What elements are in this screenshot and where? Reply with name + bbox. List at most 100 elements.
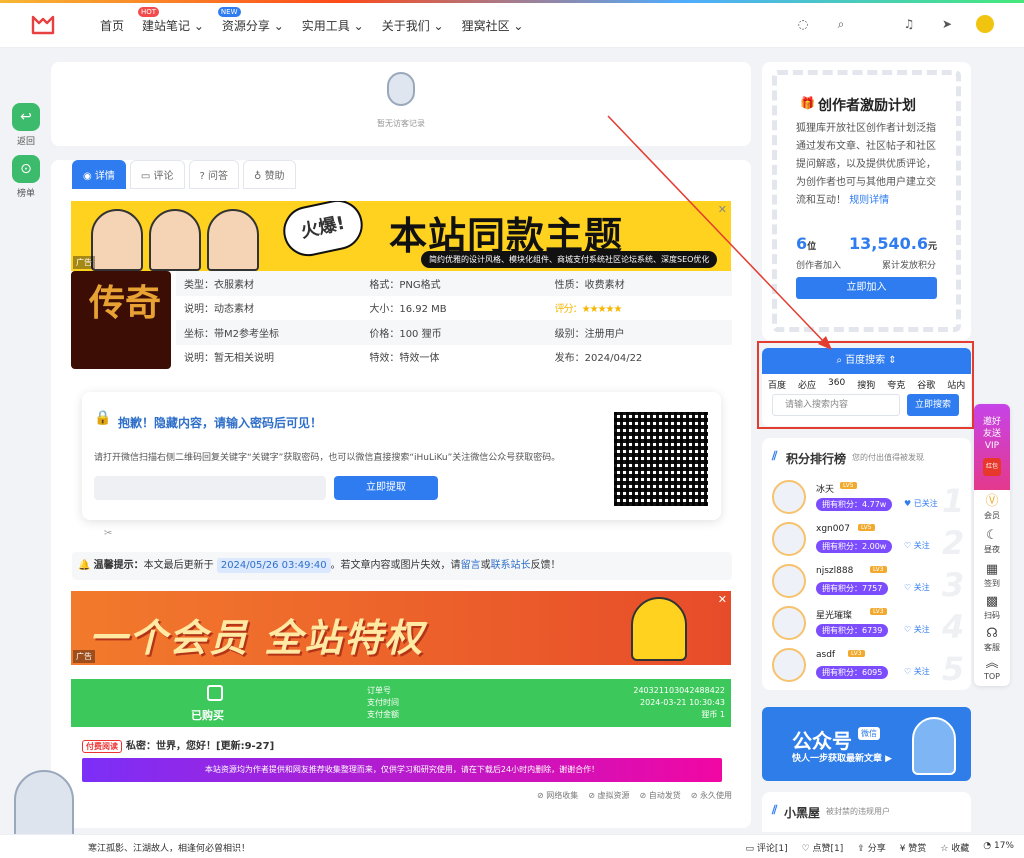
creator-count: 6位 xyxy=(796,234,817,253)
rules-link[interactable]: 规则详情 xyxy=(849,195,889,206)
bell-icon: 🔔 xyxy=(78,560,91,571)
theme-ad-banner[interactable]: 火爆! 本站同款主题 简约优雅的设计风格、模块化组件、商城支付系统社区论坛系统、… xyxy=(71,201,731,271)
top-navbar: 首页 HOT 建站笔记 ⌄ NEW 资源分享 ⌄ 实用工具 ⌄ 关于我们 ⌄ 狸窝社… xyxy=(0,0,1024,48)
tag-item: ⊘ 永久使用 xyxy=(690,791,732,800)
rank-item[interactable]: 冰天 LV5 拥有积分：4.77w ♥ 已关注 1 xyxy=(772,480,964,520)
right-toolbar: 邀好友送VIP 红包 Ⓥ 会员 ☾ 昼夜 ▦ 签到 ▩ 扫码 ☊ 客服 ︽ TOP xyxy=(974,404,1010,686)
rank-item[interactable]: 星光璀璨 LV3 拥有积分：6739 ♡ 关注 4 xyxy=(772,606,964,646)
avatar xyxy=(772,522,806,556)
avatar xyxy=(772,564,806,598)
nav-item-home[interactable]: 首页 xyxy=(100,17,124,34)
nav-item-about[interactable]: 关于我们 ⌄ xyxy=(382,17,444,34)
extract-button[interactable]: 立即提取 xyxy=(334,476,438,500)
bell-icon[interactable]: ♫ xyxy=(900,15,918,33)
wechat-sub: 快人一步获取最新文章 ▶ xyxy=(792,754,893,764)
info-row: 类型：衣服素材 格式：PNG格式 性质：收费素材 xyxy=(176,271,732,296)
resource-info-table: 类型：衣服素材 格式：PNG格式 性质：收费素材 说明：动态素材 大小：16.92 M… xyxy=(176,271,732,369)
rank-button[interactable]: ⊙ 榜单 xyxy=(10,155,42,199)
hidden-desc: 请打开微信扫描右侧二维码回复关键字“关键字”获取密码，也可以微信直接搜索“iHu… xyxy=(94,453,561,463)
blackhouse-card: ⫽ 小黑屋 被封禁的违规用户 xyxy=(762,792,971,832)
creator-count-label: 创作者加入 xyxy=(796,261,842,271)
gift-icon: 🎁 xyxy=(800,96,815,110)
bottom-bar: 寒江孤影、江湖故人，相逢何必曾相识！ ▭ 评论[1] ♡ 点赞[1] ⇪ 分享 … xyxy=(0,834,1024,858)
back-to-top-button[interactable]: ︽ TOP xyxy=(974,656,1010,681)
comment-link[interactable]: 留言 xyxy=(461,560,481,571)
comment-action[interactable]: ▭ 评论[1] xyxy=(745,841,787,854)
avatar[interactable] xyxy=(976,15,994,33)
creator-points: 13,540.6元 xyxy=(849,234,937,253)
tab-qa[interactable]: ? 问答 xyxy=(188,160,240,189)
main-nav: 首页 HOT 建站笔记 ⌄ NEW 资源分享 ⌄ 实用工具 ⌄ 关于我们 ⌄ 狸窝社… xyxy=(100,7,524,34)
info-row: 坐标：带M2参考坐标 价格：100 狸币 级别：注册用户 xyxy=(176,320,732,345)
close-icon[interactable]: ✕ xyxy=(718,203,727,216)
article-tabs: ◉ 详情 ▭ 评论 ? 问答 ♁ 赞助 xyxy=(72,160,296,189)
back-button[interactable]: ↩ 返回 xyxy=(10,103,42,147)
hidden-title: 抱歉！隐藏内容，请输入密码后可见！ xyxy=(118,416,323,430)
info-row: 说明：动态素材 大小：16.92 MB 评分：★★★★★ xyxy=(184,304,622,316)
blackhouse-title: 小黑屋 xyxy=(784,806,821,820)
tab-sponsor[interactable]: ♁ 赞助 xyxy=(243,160,296,189)
checkin-button[interactable]: ▦ 签到 xyxy=(974,562,1010,589)
order-keys: 订单号 支付时间 支付金额 xyxy=(367,686,399,719)
qr-code-image xyxy=(614,412,708,506)
like-action[interactable]: ♡ 点赞[1] xyxy=(802,841,844,854)
tab-detail[interactable]: ◉ 详情 xyxy=(72,160,126,189)
contact-link[interactable]: 联系站长 xyxy=(491,560,531,571)
site-logo-icon[interactable] xyxy=(30,13,56,35)
send-icon[interactable]: ➤ xyxy=(938,15,956,33)
join-button[interactable]: 立即加入 xyxy=(796,277,937,299)
service-button[interactable]: ☊ 客服 xyxy=(974,626,1010,653)
tag-item: ⊘ 自动发货 xyxy=(639,791,681,800)
rank-item[interactable]: xgn007 LV5 拥有积分：2.00w ♡ 关注 2 xyxy=(772,522,964,562)
nav-item-resources[interactable]: NEW 资源分享 ⌄ xyxy=(217,7,284,34)
favorite-action[interactable]: ☆ 收藏 xyxy=(940,841,969,854)
wechat-tag: 微信 xyxy=(858,727,880,740)
nav-item-notes[interactable]: HOT 建站笔记 ⌄ xyxy=(138,7,204,34)
tag-item: ⊘ 虚拟资源 xyxy=(588,791,630,800)
tab-comment[interactable]: ▭ 评论 xyxy=(129,160,185,189)
new-badge: NEW xyxy=(217,7,241,17)
purchased-status: 已购买 xyxy=(191,709,224,722)
paid-tag: 付费阅读 xyxy=(82,740,122,753)
follow-button[interactable]: ♡ 关注 xyxy=(904,666,930,677)
hot-badge: HOT xyxy=(138,7,160,17)
nav-item-tools[interactable]: 实用工具 ⌄ xyxy=(302,17,364,34)
rank-icon: ⊙ xyxy=(12,155,40,183)
reward-action[interactable]: ¥ 赞赏 xyxy=(900,841,927,854)
redbag-icon: 红包 xyxy=(983,458,1001,476)
ad-tag: 广告 xyxy=(73,650,95,663)
password-input[interactable] xyxy=(94,476,326,500)
rank-item[interactable]: njszl888 LV3 拥有积分：7757 ♡ 关注 3 xyxy=(772,564,964,604)
crown-boy-image xyxy=(631,597,687,661)
cartoon-kids-image xyxy=(91,209,271,271)
follow-button[interactable]: ♡ 关注 xyxy=(904,540,930,551)
notice-bar: 本站资源均为作者提供和网友推荐收集整理而来，仅供学习和研究使用，请在下载后24小… xyxy=(82,758,722,782)
follow-button[interactable]: ♡ 关注 xyxy=(904,582,930,593)
close-icon[interactable]: ✕ xyxy=(718,593,727,606)
vip-ad-banner[interactable]: 一个会员 全站特权 广告 ✕ xyxy=(71,591,731,665)
avatar xyxy=(772,606,806,640)
highlight-box xyxy=(757,341,974,429)
avatar xyxy=(772,480,806,514)
bulb-icon[interactable]: ◌ xyxy=(794,15,812,33)
creator-card: 🎁 创作者激励计划 狐狸库开放社区创作者计划泛指通过发布文章、社区帖子和社区提问… xyxy=(762,62,971,340)
follow-button[interactable]: ♡ 关注 xyxy=(904,624,930,635)
rank-subtitle: 您的付出值得被发现 xyxy=(852,453,924,462)
search-icon[interactable]: ⌕ xyxy=(832,15,850,33)
hot-label: 火爆! xyxy=(278,201,368,261)
bag-icon xyxy=(207,685,223,701)
theme-toggle[interactable]: ☾ 昼夜 xyxy=(974,528,1010,555)
vip-button[interactable]: Ⓥ 会员 xyxy=(974,494,1010,521)
follow-button[interactable]: ♥ 已关注 xyxy=(904,498,938,509)
scissors-icon: ✂ xyxy=(104,528,113,539)
invite-vip-button[interactable]: 邀好友送VIP 红包 xyxy=(974,404,1010,490)
wechat-banner[interactable]: 公众号 微信 快人一步获取最新文章 ▶ xyxy=(762,707,971,781)
nav-item-community[interactable]: 狸窝社区 ⌄ xyxy=(462,17,524,34)
paid-read[interactable]: 付费阅读 私密：世界，您好！[更新:9-27] xyxy=(82,737,274,753)
mascot-icon xyxy=(387,72,415,106)
scan-button[interactable]: ▩ 扫码 xyxy=(974,594,1010,621)
share-action[interactable]: ⇪ 分享 xyxy=(857,841,885,854)
ad-tag: 广告 xyxy=(73,256,95,269)
rank-item[interactable]: asdf LV3 拥有积分：6095 ♡ 关注 5 xyxy=(772,648,964,688)
mascot-icon xyxy=(912,717,956,775)
